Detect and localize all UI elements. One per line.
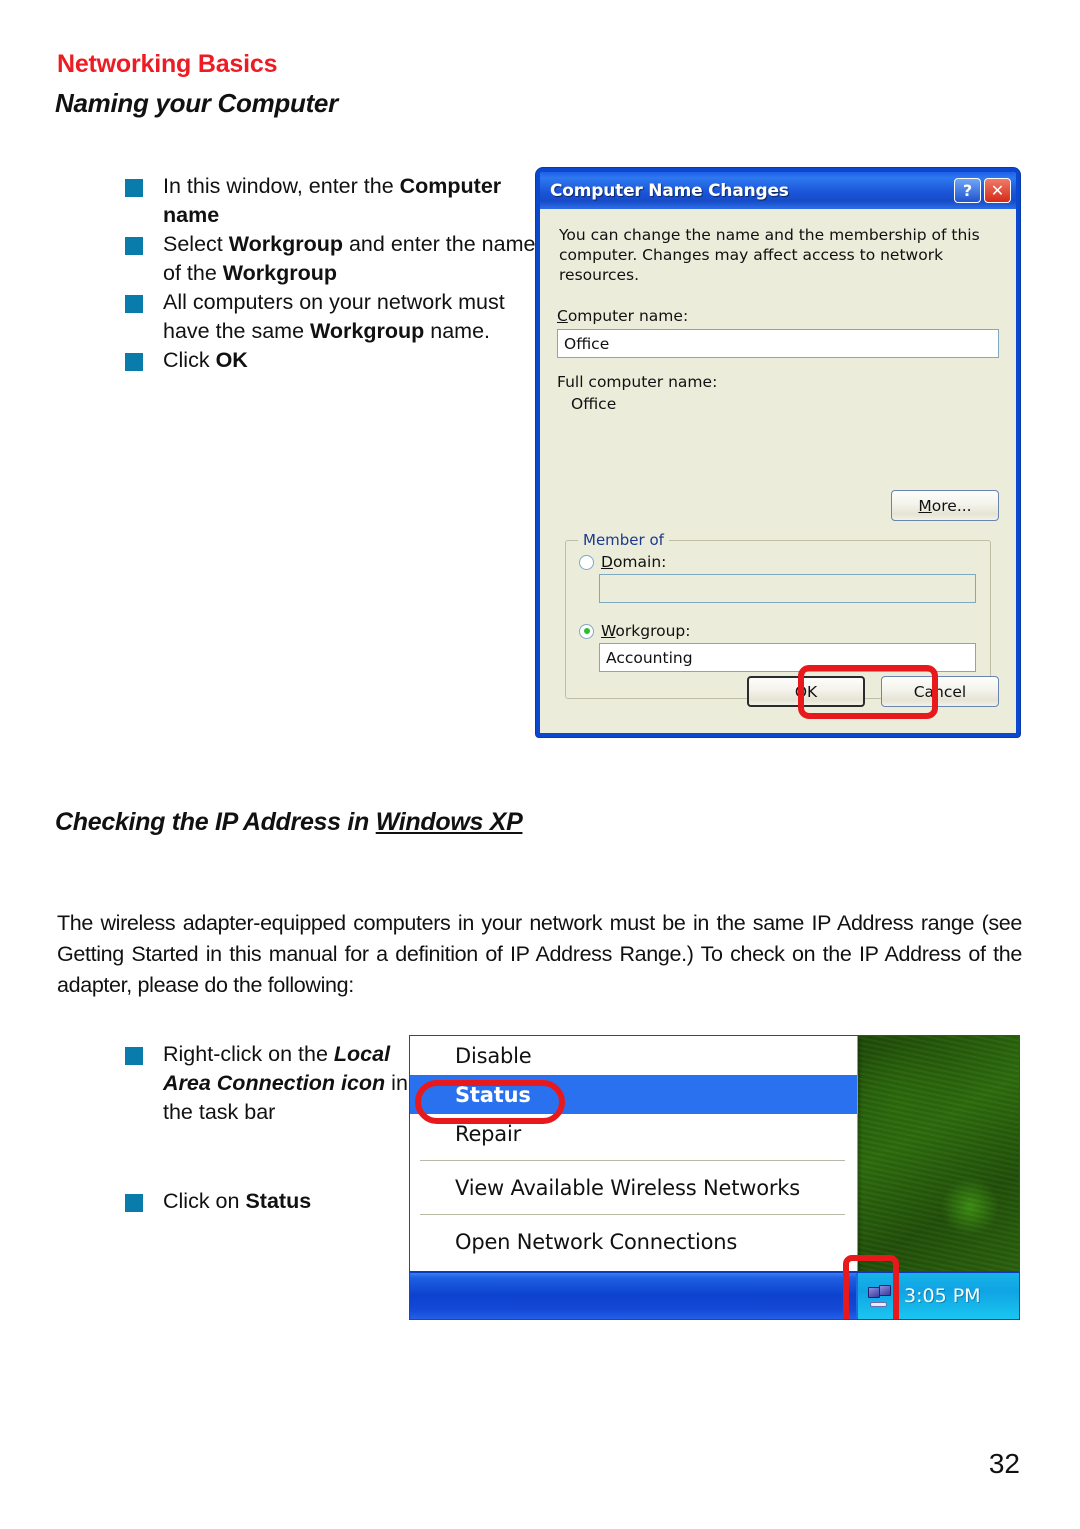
list-item-text-part: name. — [424, 319, 491, 343]
intro-paragraph: The wireless adapter-equipped computers … — [57, 911, 1022, 997]
taskbar-clock[interactable]: 3:05 PM — [904, 1285, 981, 1307]
menu-separator — [420, 1160, 845, 1161]
section-heading-prefix: Checking the IP Address in — [55, 808, 376, 836]
bullet-square-icon — [125, 1194, 143, 1212]
radio-checked-icon — [579, 623, 594, 639]
network-context-menu: Disable Status Repair View Available Wir… — [410, 1036, 858, 1281]
dialog-title: Computer Name Changes — [550, 180, 789, 201]
list-item-text-part: Select — [163, 232, 229, 256]
list-item-text-bold: Workgroup — [310, 319, 425, 343]
menu-item-disable[interactable]: Disable — [410, 1036, 857, 1075]
list-item-text-bold: Workgroup — [228, 232, 343, 256]
list-item: Right-click on the Local Area Connection… — [125, 1040, 425, 1127]
desktop-wallpaper — [856, 1036, 1019, 1273]
more-button-label: More... — [918, 496, 972, 515]
bullet-square-icon — [125, 1047, 143, 1065]
computer-name-label: Computer name: — [557, 307, 689, 325]
list-item-text-bold: Status — [245, 1189, 312, 1213]
list-item-text-bold: Workgroup — [222, 261, 338, 285]
list-item: Select Workgroup and enter the name of t… — [125, 230, 545, 288]
menu-item-view-available-wireless-networks[interactable]: View Available Wireless Networks — [410, 1168, 857, 1207]
menu-item-open-network-connections[interactable]: Open Network Connections — [410, 1222, 857, 1261]
workgroup-radio[interactable]: Workgroup: — [579, 622, 691, 640]
menu-separator — [420, 1214, 845, 1215]
section-heading-checking-ip-address: Checking the IP Address in Windows XP — [55, 808, 523, 837]
list-item: Click OK — [125, 346, 545, 375]
domain-input[interactable] — [599, 574, 976, 603]
dialog-button-row: OK Cancel — [747, 676, 999, 707]
list-item: All computers on your network must have … — [125, 288, 545, 346]
computer-name-label-rest: omputer name: — [567, 307, 689, 325]
instruction-list-top: In this window, enter the Computer name … — [125, 172, 545, 375]
menu-item-repair[interactable]: Repair — [410, 1114, 857, 1153]
ok-button[interactable]: OK — [747, 676, 865, 707]
close-icon[interactable]: ✕ — [984, 178, 1011, 203]
menu-item-status[interactable]: Status — [410, 1075, 857, 1114]
full-computer-name-label: Full computer name: — [557, 373, 718, 391]
instruction-list-bottom: Right-click on the Local Area Connection… — [125, 1040, 425, 1216]
section-heading-underlined: Windows XP — [375, 808, 523, 836]
radio-unchecked-icon — [579, 554, 594, 570]
system-tray: 3:05 PM — [856, 1273, 1019, 1319]
bullet-square-icon — [125, 179, 143, 197]
list-item: In this window, enter the Computer name — [125, 172, 545, 230]
dialog-titlebar: Computer Name Changes ? ✕ — [540, 172, 1016, 209]
workgroup-input[interactable]: Accounting — [599, 643, 976, 672]
cancel-button[interactable]: Cancel — [881, 676, 999, 707]
taskbar: 3:05 PM — [410, 1271, 1019, 1319]
more-button[interactable]: More... — [891, 490, 999, 521]
dialog-body: You can change the name and the membersh… — [540, 209, 1016, 733]
computer-name-input[interactable]: Office — [557, 329, 999, 358]
page-number: 32 — [988, 1448, 1020, 1479]
dialog-description: You can change the name and the membersh… — [559, 226, 980, 284]
computer-name-value: Office — [564, 334, 610, 353]
list-item: Click on Status — [125, 1187, 425, 1216]
computer-name-changes-dialog: Computer Name Changes ? ✕ You can change… — [536, 168, 1020, 737]
bullet-square-icon — [125, 353, 143, 371]
workgroup-radio-label: Workgroup: — [601, 622, 691, 640]
page-title: Networking Basics — [57, 50, 278, 78]
list-item-text-part: In this window, enter the — [163, 174, 400, 198]
context-menu-screenshot: Disable Status Repair View Available Wir… — [409, 1035, 1020, 1320]
help-icon[interactable]: ? — [954, 178, 981, 203]
list-item-text-part: Click — [163, 348, 216, 372]
full-computer-name-value: Office — [571, 395, 617, 413]
domain-radio-label: Domain: — [601, 553, 667, 571]
list-item-text-part: Right-click on the — [163, 1042, 334, 1066]
workgroup-value: Accounting — [606, 648, 693, 667]
list-item-text-part: Click on — [163, 1189, 246, 1213]
section-heading-naming-your-computer: Naming your Computer — [55, 88, 338, 118]
bullet-square-icon — [125, 295, 143, 313]
network-connection-icon[interactable] — [868, 1285, 894, 1307]
list-item-text-bold: OK — [215, 348, 248, 372]
domain-radio[interactable]: Domain: — [579, 553, 666, 571]
bullet-square-icon — [125, 237, 143, 255]
member-of-legend: Member of — [578, 531, 669, 549]
